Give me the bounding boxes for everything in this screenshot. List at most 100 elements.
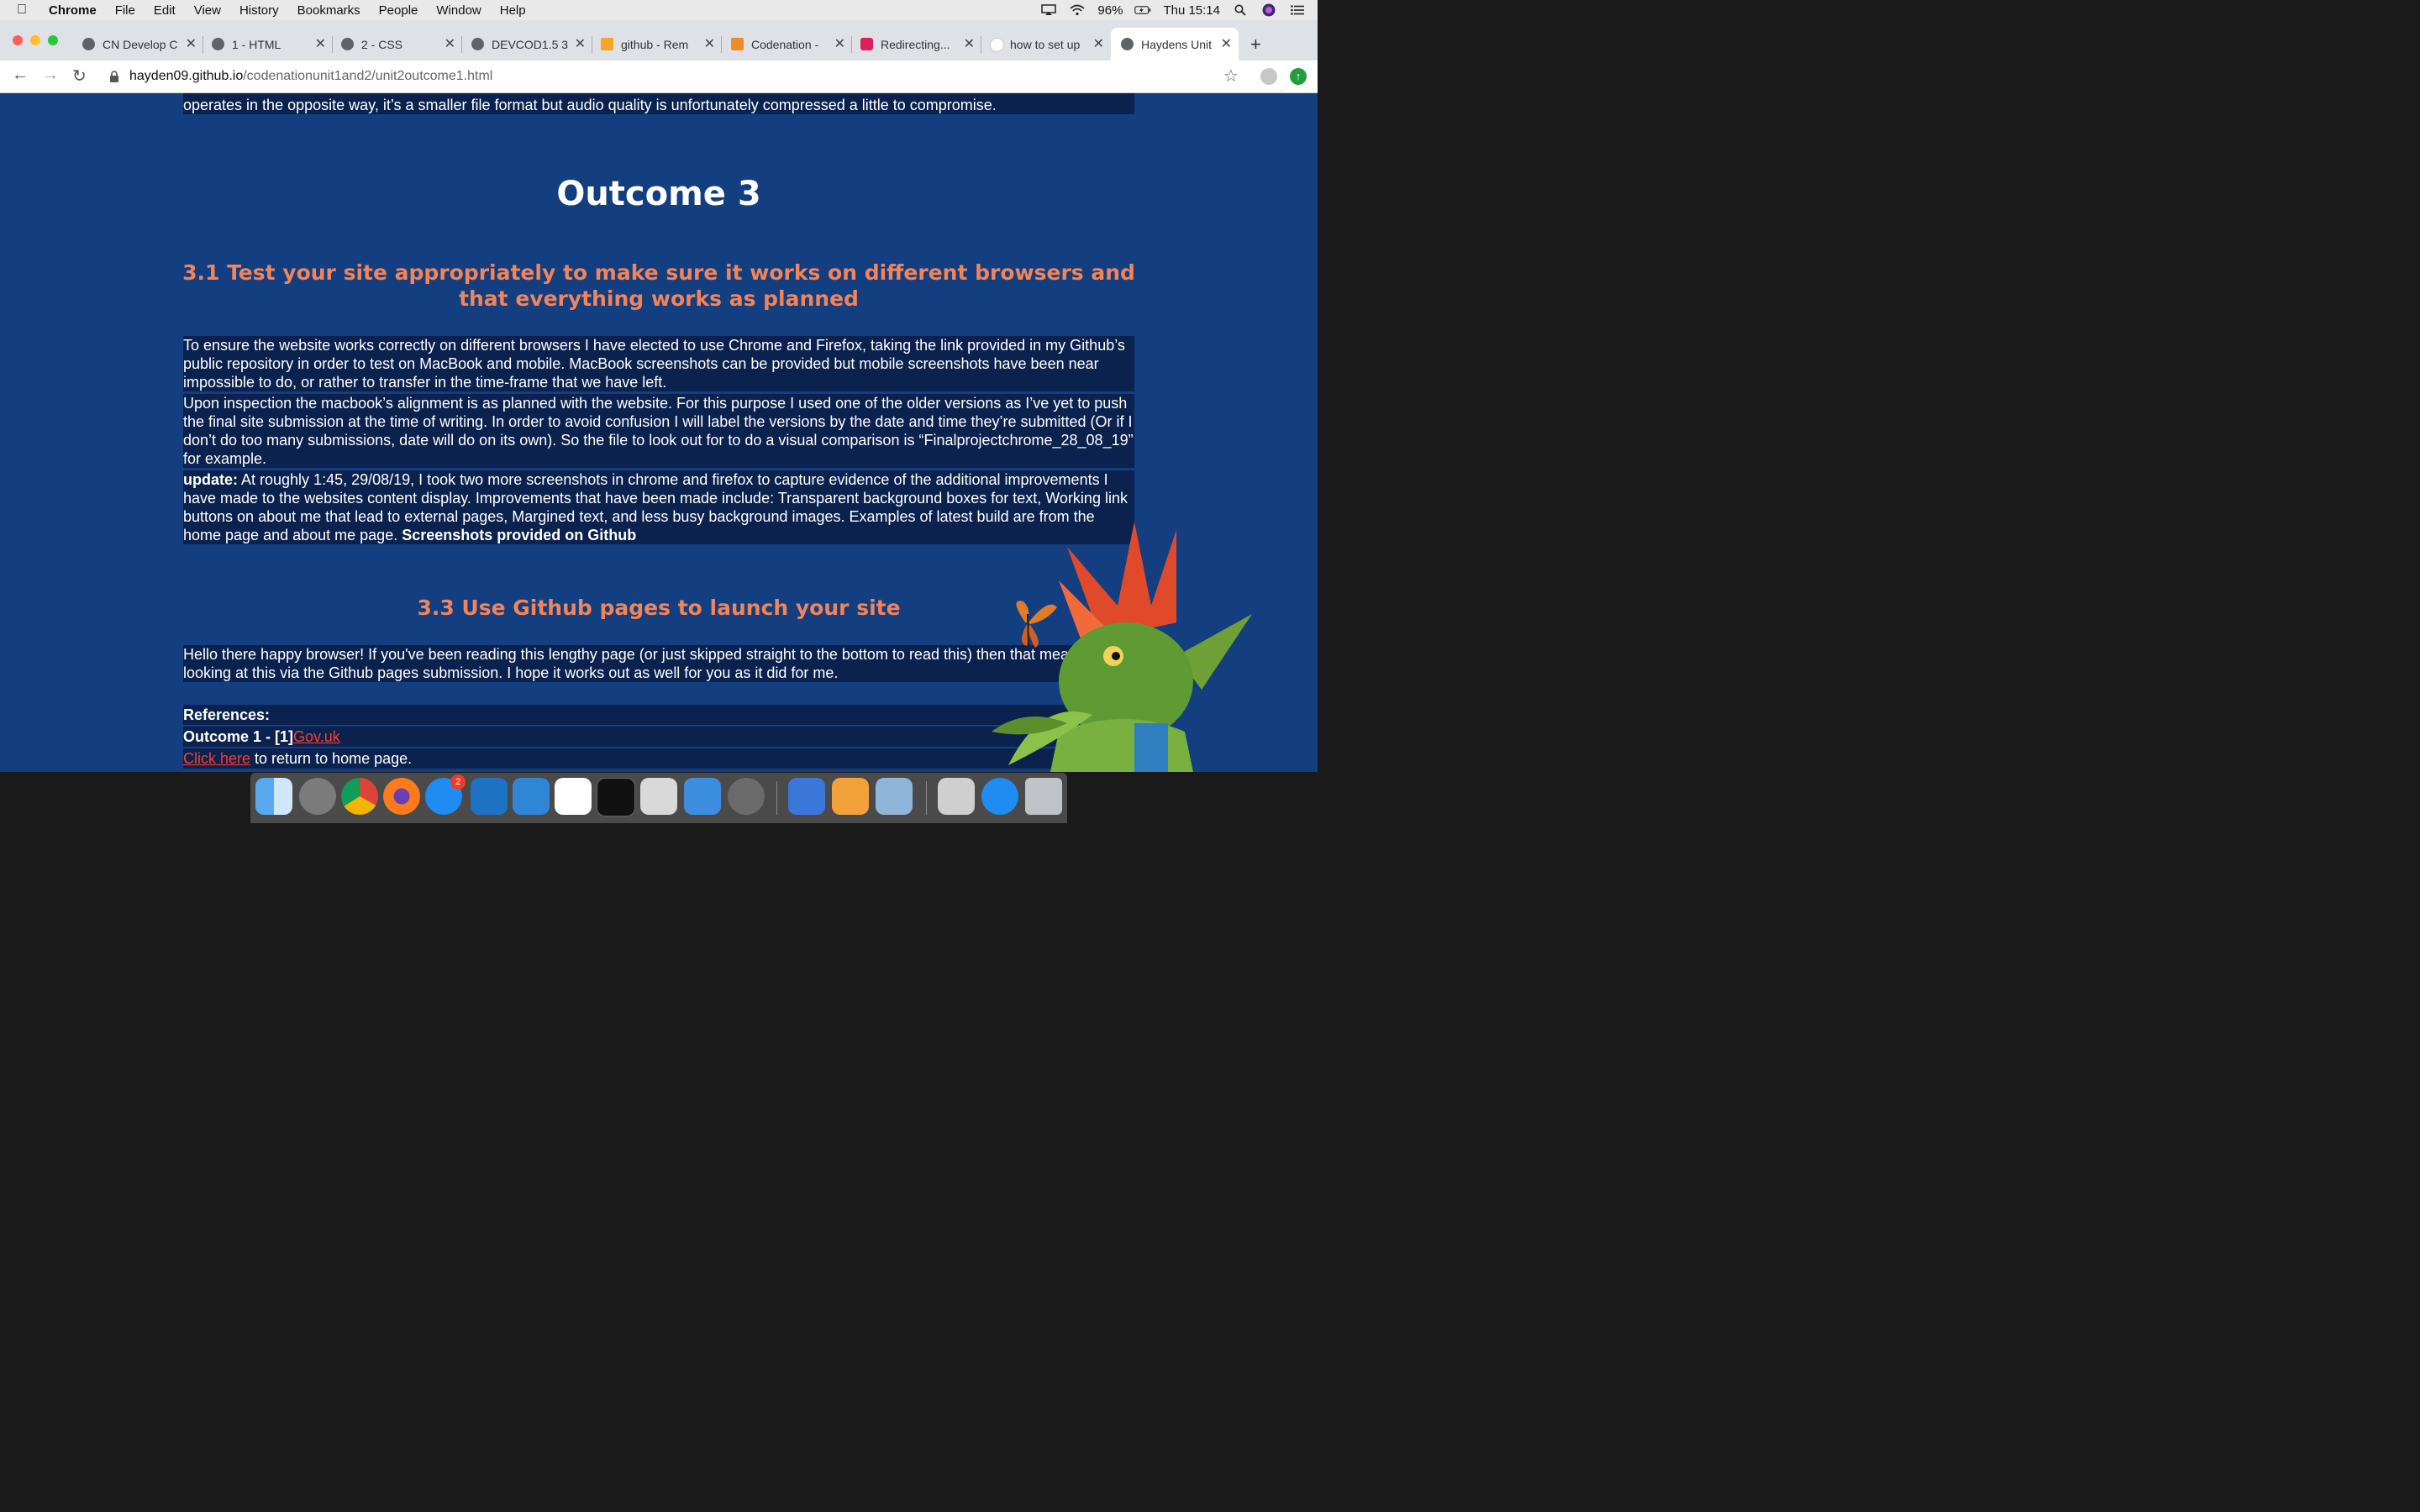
terminal-icon[interactable] [597,778,635,816]
tab-close-icon[interactable]: ✕ [186,35,197,52]
pages-icon[interactable] [832,778,869,815]
menu-people[interactable]: People [379,3,418,18]
keynote-icon[interactable] [788,778,825,815]
tab-label: Redirecting... [881,37,950,51]
menu-help[interactable]: Help [500,3,526,18]
return-home-text: to return to home page. [250,750,413,767]
url-path: /codenationunit1and2/unit2outcome1.html [243,69,493,83]
tab-github-remote[interactable]: github - Rem ✕ [596,28,722,60]
tab-close-icon[interactable]: ✕ [834,35,845,52]
tab-divider [461,36,462,53]
menu-app-name[interactable]: Chrome [49,3,97,18]
menu-bookmarks[interactable]: Bookmarks [297,3,360,18]
tab-close-icon[interactable]: ✕ [1221,35,1232,52]
tab-label: 2 - CSS [361,37,403,51]
finder-icon[interactable] [255,778,292,815]
goblin-mascot-illustration [992,522,1252,772]
tab-css[interactable]: 2 - CSS ✕ [336,28,462,60]
battery-charging-icon[interactable] [1134,3,1151,17]
tab-label: CN Develop C [103,37,178,51]
battery-percent: 96% [1097,3,1123,18]
dock-divider [926,781,927,815]
new-tab-plus-icon[interactable]: + [1250,34,1261,55]
screenshot-icon[interactable] [640,778,677,815]
google-icon [990,38,1004,52]
tab-close-icon[interactable]: ✕ [575,35,586,52]
macos-dock: 2 [250,773,1067,823]
spotlight-search-icon[interactable] [1232,3,1249,17]
update-label: update: [183,471,238,488]
tab-close-icon[interactable]: ✕ [964,35,975,52]
menu-window[interactable]: Window [436,3,481,18]
lock-icon[interactable] [109,71,121,82]
siri-icon[interactable] [1260,3,1277,17]
vscode-icon[interactable] [471,778,508,815]
chrome-icon[interactable] [341,778,378,815]
system-preferences-icon[interactable] [728,778,765,815]
tab-close-icon[interactable]: ✕ [1093,35,1104,52]
stackoverflow-icon [601,38,613,50]
forward-arrow-icon[interactable]: → [42,66,59,85]
tab-label: Codenation - [751,37,819,51]
music-icon[interactable] [938,778,975,815]
section-3-1-heading: 3.1 Test your site appropriately to make… [182,260,1135,311]
gov-uk-link[interactable]: Gov.uk [293,728,340,745]
tab-devcod[interactable]: DEVCOD1.5 3 ✕ [466,28,592,60]
paragraph-macbook-alignment: Upon inspection the macbook’s alignment … [183,395,1134,467]
globe-icon [82,38,95,50]
tab-close-icon[interactable]: ✕ [445,35,455,52]
tab-google-search[interactable]: how to set up ✕ [985,28,1111,60]
tab-cn-develop[interactable]: CN Develop C ✕ [77,28,203,60]
window-fullscreen-button[interactable] [48,35,58,45]
extension-update-icon[interactable]: ↑ [1290,68,1307,85]
click-here-link[interactable]: Click here [183,750,250,767]
airplay-icon[interactable] [1040,3,1057,17]
bookmark-star-icon[interactable]: ☆ [1223,66,1239,87]
firefox-icon[interactable] [383,778,420,815]
menu-file[interactable]: File [115,3,135,18]
wifi-icon[interactable] [1069,3,1086,17]
tab-label: github - Rem [621,37,689,51]
xcode-icon[interactable] [513,778,550,815]
text-box-para2: Upon inspection the macbook’s alignment … [183,394,1134,468]
window-minimize-button[interactable] [30,35,40,45]
reference-1-label: Outcome 1 - [1] [183,728,294,745]
window-close-button[interactable] [13,35,23,45]
macos-menu-bar:  Chrome File Edit View History Bookmark… [0,0,1318,20]
web-page-viewport: operates in the opposite way, it’s a sma… [0,93,1318,772]
notification-center-icon[interactable] [1289,3,1306,17]
back-arrow-icon[interactable]: ← [12,66,29,85]
tab-close-icon[interactable]: ✕ [704,35,715,52]
tab-divider [332,36,333,53]
address-bar[interactable]: hayden09.github.io/codenationunit1and2/u… [101,64,1252,89]
app-store-folder-icon[interactable] [981,778,1018,815]
tab-codenation[interactable]: Codenation - ✕ [726,28,852,60]
menu-view[interactable]: View [194,3,221,18]
menubar-clock[interactable]: Thu 15:14 [1163,3,1220,18]
trash-icon[interactable] [1025,778,1062,815]
tab-divider [721,36,722,53]
reload-icon[interactable]: ↻ [72,66,87,87]
tab-label: 1 - HTML [232,37,281,51]
tab-redirecting[interactable]: Redirecting... ✕ [855,28,981,60]
slack-icon[interactable] [555,778,592,815]
tab-html[interactable]: 1 - HTML ✕ [207,28,333,60]
paragraph-browsers: To ensure the website works correctly on… [183,337,1125,391]
menu-edit[interactable]: Edit [154,3,176,18]
launchpad-icon[interactable] [299,778,336,815]
globe-icon [471,38,484,50]
preview-icon[interactable] [876,778,913,815]
tab-label: DEVCOD1.5 3 [492,37,569,51]
globe-icon [212,38,224,50]
globe-icon [341,38,354,50]
menu-history[interactable]: History [239,3,279,18]
tab-close-icon[interactable]: ✕ [315,35,326,52]
tab-label: how to set up [1010,37,1081,51]
text-box-top: operates in the opposite way, it’s a sma… [183,93,1134,114]
tab-haydens-unit-active[interactable]: Haydens Unit ✕ [1111,28,1239,60]
simulator-icon[interactable] [684,778,721,815]
slack-icon [860,38,873,50]
tab-label: Haydens Unit [1141,37,1213,51]
apple-icon[interactable]:  [17,3,35,18]
profile-avatar-icon[interactable] [1260,68,1277,85]
